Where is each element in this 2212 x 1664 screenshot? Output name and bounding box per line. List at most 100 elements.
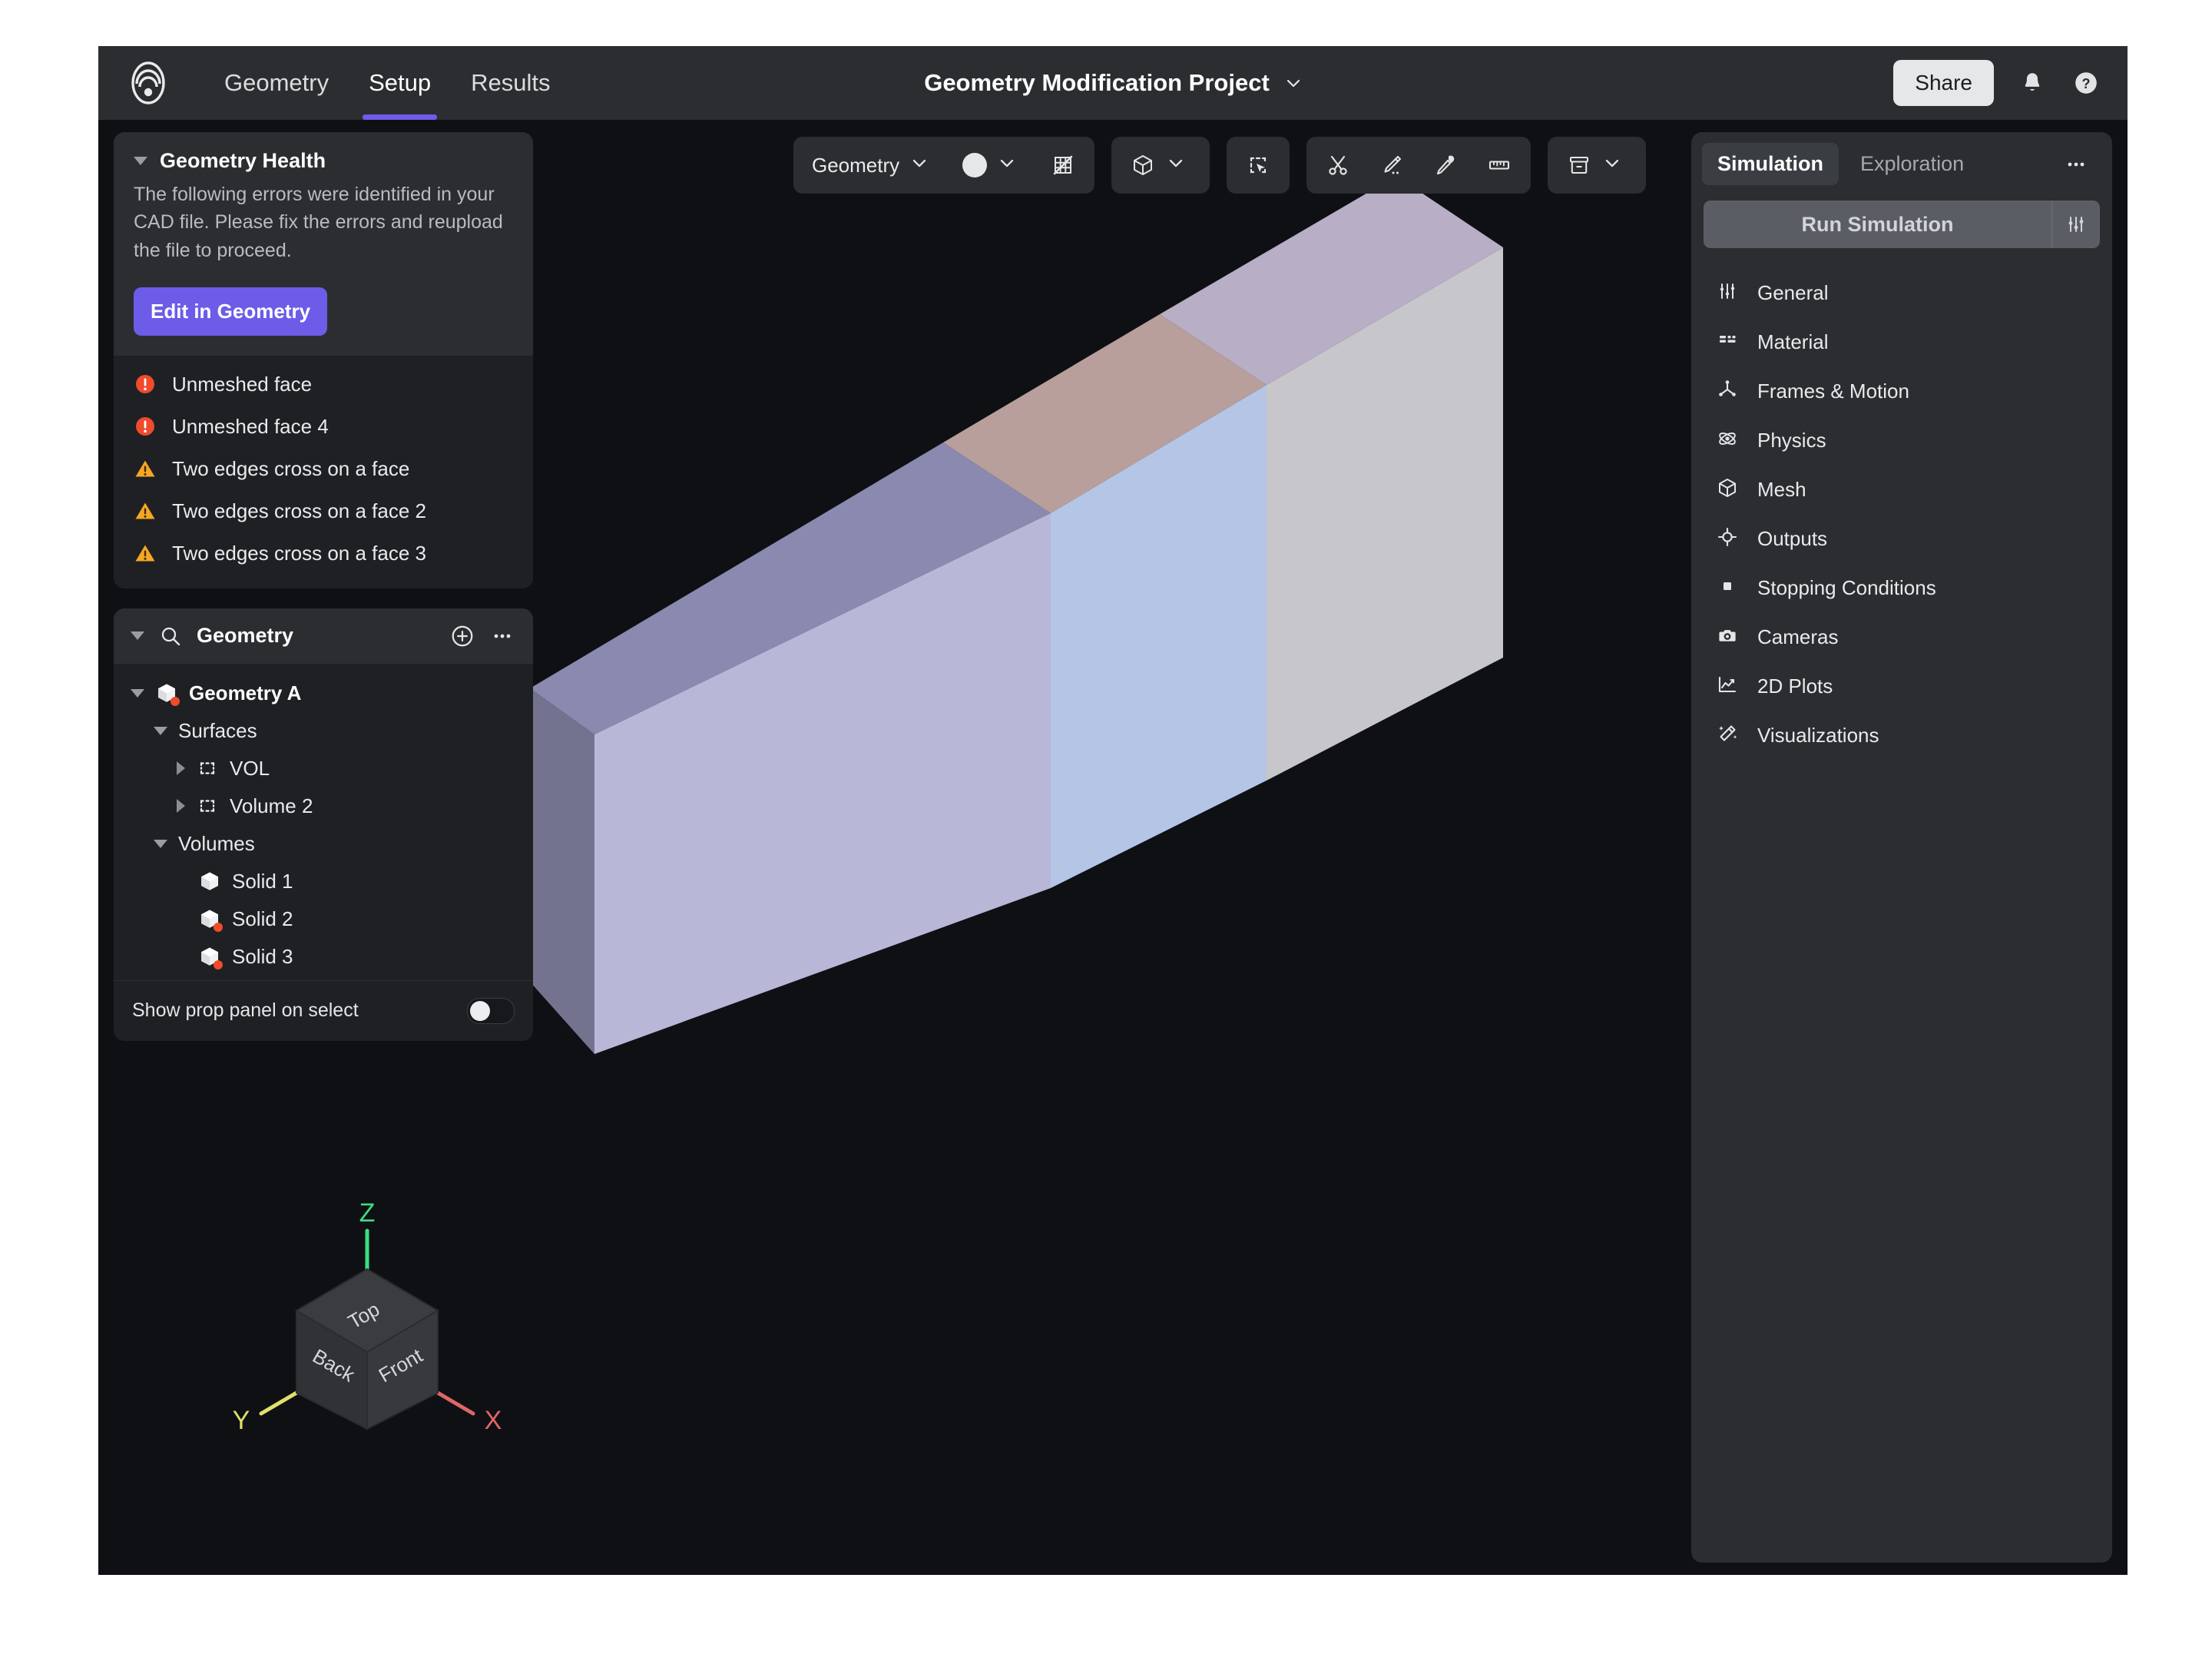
sidebar-item-label: Material <box>1757 330 1829 353</box>
surface-icon <box>196 757 219 780</box>
app-logo[interactable] <box>126 61 171 105</box>
tree-node-label: Surfaces <box>178 718 257 742</box>
orientation-nav-cube[interactable]: Top Back Front Z Y X <box>214 1198 521 1490</box>
tree-node-vol[interactable]: VOL <box>114 750 533 787</box>
clip-plane-dropdown[interactable] <box>1552 137 1641 194</box>
line-chart-icon <box>1716 673 1742 699</box>
tree-node-volume-2[interactable]: Volume 2 <box>114 787 533 825</box>
run-simulation-button[interactable]: Run Simulation <box>1704 201 2100 248</box>
selection-type-dropdown[interactable] <box>1116 137 1205 194</box>
cube-icon <box>1716 476 1742 502</box>
axis-label-y: Y <box>233 1406 250 1435</box>
tree-node-volumes[interactable]: Volumes <box>114 825 533 863</box>
tree-node-solid-1[interactable]: Solid 1 <box>114 863 533 900</box>
sidebar-item-2d-plots[interactable]: 2D Plots <box>1691 661 2112 711</box>
axis-line-y <box>259 1391 299 1416</box>
model-end-cap <box>530 688 594 1054</box>
issue-row-edges-cross-3[interactable]: Two edges cross on a face 3 <box>114 532 533 575</box>
eyedropper-tool[interactable] <box>1419 137 1472 194</box>
viewport-toolbar: Geometry <box>793 137 1647 194</box>
geometry-mode-label: Geometry <box>812 153 900 177</box>
caret-right-icon <box>177 799 185 814</box>
error-icon <box>134 373 157 396</box>
sidebar-item-material[interactable]: Material <box>1691 317 2112 366</box>
geometry-mode-dropdown[interactable]: Geometry <box>798 137 949 194</box>
geometry-tree-header: Geometry <box>114 608 533 664</box>
nav-tab-geometry[interactable]: Geometry <box>204 46 349 120</box>
tree-node-solid-3[interactable]: Solid 3 <box>114 938 533 976</box>
tree-node-geometry-a[interactable]: Geometry A <box>114 675 533 712</box>
error-icon <box>134 415 157 438</box>
run-simulation-label: Run Simulation <box>1801 212 1954 236</box>
camera-icon <box>1716 624 1742 650</box>
geometry-health-title: Geometry Health <box>160 149 326 172</box>
project-title-dropdown[interactable]: Geometry Modification Project <box>924 69 1302 97</box>
issue-label: Two edges cross on a face <box>172 456 410 480</box>
cube-icon <box>198 870 221 893</box>
geometry-tree-title: Geometry <box>197 624 294 648</box>
issue-label: Unmeshed face <box>172 372 313 396</box>
caret-down-icon <box>154 726 167 735</box>
sidebar-item-general[interactable]: General <box>1691 268 2112 317</box>
chevron-down-icon <box>1285 75 1302 91</box>
bell-icon[interactable] <box>2017 68 2048 98</box>
axis-label-x: X <box>485 1406 502 1435</box>
plus-circle-icon[interactable] <box>449 622 476 650</box>
toolbar-group-selection-type <box>1111 137 1210 194</box>
issue-row-unmeshed-face[interactable]: Unmeshed face <box>114 363 533 406</box>
ellipsis-icon[interactable] <box>488 622 516 650</box>
sidebar-item-physics[interactable]: Physics <box>1691 416 2112 465</box>
ruler-icon <box>1486 152 1512 178</box>
axes-icon <box>1716 378 1742 404</box>
toolbar-group-edit-tools <box>1306 137 1532 194</box>
header-actions: Share ? <box>1893 46 2101 120</box>
nav-tab-setup[interactable]: Setup <box>349 46 451 120</box>
search-icon[interactable] <box>157 622 184 650</box>
caret-down-icon <box>134 157 147 165</box>
sidebar-item-mesh[interactable]: Mesh <box>1691 465 2112 514</box>
main-nav-tabs: Geometry Setup Results <box>204 46 571 120</box>
sidebar-item-label: Visualizations <box>1757 723 1879 747</box>
magic-wand-icon <box>1716 722 1742 748</box>
mesh-visibility-toggle[interactable] <box>1036 137 1090 194</box>
tree-node-solid-2[interactable]: Solid 2 <box>114 900 533 938</box>
box-select-tool[interactable] <box>1231 137 1285 194</box>
toolbar-group-display: Geometry <box>793 137 1095 194</box>
sidebar-item-visualizations[interactable]: Visualizations <box>1691 711 2112 760</box>
tab-simulation[interactable]: Simulation <box>1702 143 1839 185</box>
sidebar-item-frames-motion[interactable]: Frames & Motion <box>1691 366 2112 416</box>
sliders-icon[interactable] <box>2052 213 2100 236</box>
sidebar-item-cameras[interactable]: Cameras <box>1691 612 2112 661</box>
issue-row-edges-cross-2[interactable]: Two edges cross on a face 2 <box>114 490 533 532</box>
knife-icon <box>1379 152 1405 178</box>
viewport-3d[interactable]: Geometry Health The following errors wer… <box>98 120 2128 1575</box>
measure-tool[interactable] <box>1472 137 1526 194</box>
ellipsis-icon[interactable] <box>2051 153 2101 176</box>
tree-node-surfaces[interactable]: Surfaces <box>114 712 533 750</box>
toolbar-group-box-select <box>1227 137 1290 194</box>
error-dot <box>214 923 223 933</box>
nav-tab-results[interactable]: Results <box>451 46 570 120</box>
grid-icon <box>1716 329 1742 355</box>
caret-down-icon <box>131 688 144 698</box>
help-circle-icon[interactable]: ? <box>2071 68 2101 98</box>
geometry-health-description: The following errors were identified in … <box>134 184 503 261</box>
tree-node-label: Volumes <box>178 831 255 855</box>
nav-tab-geometry-label: Geometry <box>224 69 329 96</box>
tab-exploration[interactable]: Exploration <box>1845 143 1979 185</box>
cut-tool[interactable] <box>1311 137 1365 194</box>
issue-row-unmeshed-face-4[interactable]: Unmeshed face 4 <box>114 406 533 448</box>
sidebar-item-outputs[interactable]: Outputs <box>1691 514 2112 563</box>
knife-tool[interactable] <box>1365 137 1419 194</box>
issue-row-edges-cross[interactable]: Two edges cross on a face <box>114 448 533 490</box>
edit-in-geometry-button[interactable]: Edit in Geometry <box>134 287 328 336</box>
display-style-dropdown[interactable] <box>949 137 1036 194</box>
geometry-health-header[interactable]: Geometry Health <box>114 132 533 181</box>
show-prop-panel-toggle[interactable] <box>467 997 515 1024</box>
sidebar-item-stopping-conditions[interactable]: Stopping Conditions <box>1691 563 2112 612</box>
sidebar-item-label: Cameras <box>1757 625 1839 648</box>
sidebar-item-label: Frames & Motion <box>1757 379 1909 403</box>
caret-down-icon[interactable] <box>131 631 144 641</box>
tree-node-label: Solid 3 <box>232 944 293 968</box>
share-button[interactable]: Share <box>1893 60 1994 106</box>
